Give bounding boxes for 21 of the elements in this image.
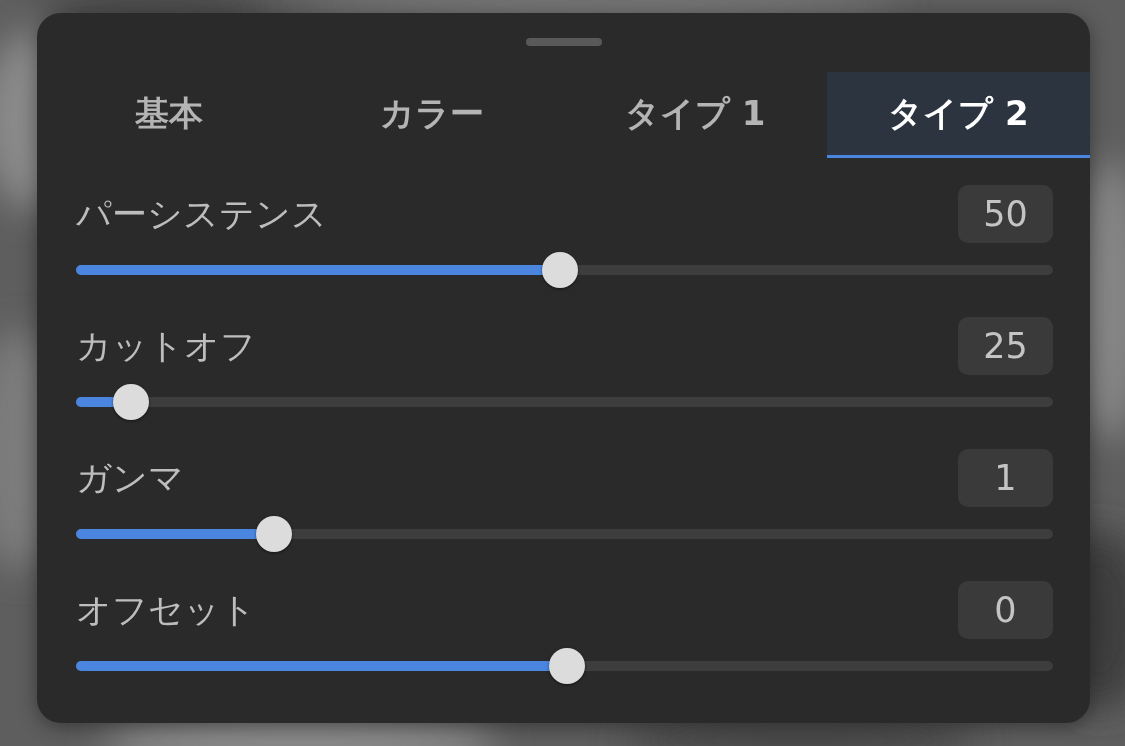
tab[interactable]: 基本 [37,72,301,158]
slider-thumb[interactable] [256,516,293,552]
slider-thumb[interactable] [541,252,578,288]
tab[interactable]: カラー [300,72,564,158]
value-field[interactable]: 1 [958,449,1053,507]
tab[interactable]: タイプ 2 [826,72,1090,158]
slider[interactable] [76,384,1053,420]
slider-label: オフセット [76,588,256,632]
slider-label: パーシステンス [76,192,327,236]
value-field[interactable]: 0 [958,581,1053,639]
value-field[interactable]: 25 [958,317,1053,375]
drag-handle[interactable] [525,38,602,46]
slider[interactable] [76,252,1053,288]
slider-thumb[interactable] [112,384,149,420]
slider[interactable] [76,516,1053,552]
value-field[interactable]: 50 [958,185,1053,243]
slider-thumb[interactable] [549,648,586,684]
slider-label: カットオフ [76,324,256,368]
tab[interactable]: タイプ 1 [563,72,827,158]
slider[interactable] [76,648,1053,684]
slider-label: ガンマ [76,456,184,500]
